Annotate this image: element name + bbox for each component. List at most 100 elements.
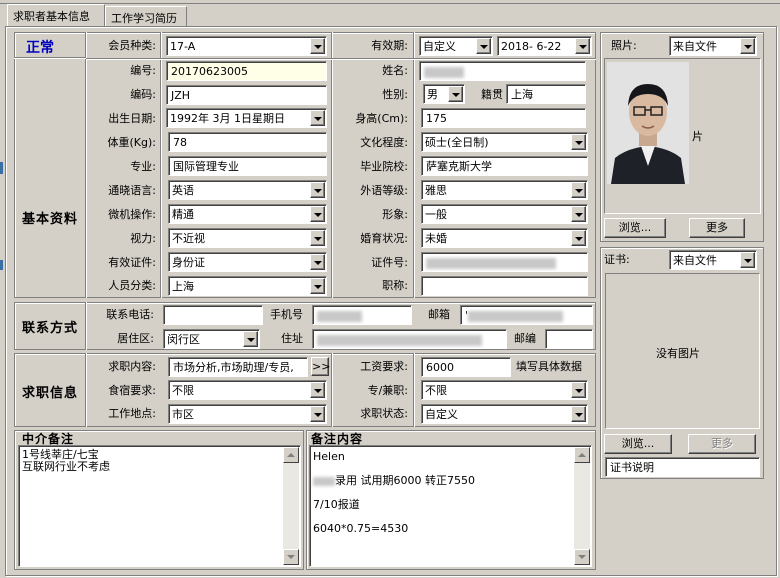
chevron-down-icon[interactable] xyxy=(310,38,325,54)
scroll-up-icon[interactable] xyxy=(574,447,590,463)
chevron-down-icon[interactable] xyxy=(310,182,325,198)
certificate-browse-button[interactable]: 浏览... xyxy=(604,434,672,454)
title-label: 职称: xyxy=(382,279,408,292)
top-strip xyxy=(0,0,780,4)
lang-level-select[interactable]: 雅思 xyxy=(421,180,588,200)
agency-note-textarea[interactable]: 1号线莘庄/七宝 互联网行业不考虑 xyxy=(18,445,301,567)
birthdate-label: 出生日期: xyxy=(108,112,156,125)
scrollbar[interactable] xyxy=(574,447,590,565)
chevron-down-icon[interactable] xyxy=(571,134,586,150)
eyesight-select[interactable]: 不近视 xyxy=(168,228,327,248)
note-line: 7/10报道 xyxy=(313,498,360,511)
hometown-label: 籍贯 xyxy=(481,88,503,101)
photo-source-select[interactable]: 来自文件 xyxy=(669,36,757,56)
title-field[interactable] xyxy=(421,276,588,296)
scroll-up-icon[interactable] xyxy=(283,447,299,463)
district-label: 居住区: xyxy=(117,332,154,345)
gender-label: 性别: xyxy=(382,88,408,101)
language-select[interactable]: 英语 xyxy=(168,180,327,200)
chevron-down-icon[interactable] xyxy=(571,406,586,422)
number-label: 编号: xyxy=(130,64,156,77)
chevron-down-icon[interactable] xyxy=(571,206,586,222)
chevron-down-icon[interactable] xyxy=(571,230,586,246)
scroll-down-icon[interactable] xyxy=(283,549,299,565)
appearance-label: 形象: xyxy=(382,208,408,221)
mobile-field[interactable] xyxy=(312,305,412,325)
job-status-select[interactable]: 自定义 xyxy=(421,404,588,424)
eyesight-label: 视力: xyxy=(130,232,156,245)
validity-select[interactable]: 自定义 xyxy=(419,36,493,56)
certificate-description-field[interactable]: 证书说明 xyxy=(605,457,760,477)
email-field[interactable]: ' xyxy=(460,305,593,325)
chevron-down-icon[interactable] xyxy=(571,182,586,198)
district-select[interactable]: 闵行区 xyxy=(163,329,260,349)
workplace-select[interactable]: 市区 xyxy=(168,404,327,424)
hometown-field[interactable]: 上海 xyxy=(506,84,586,104)
chevron-down-icon[interactable] xyxy=(740,252,755,268)
height-label: 身高(Cm): xyxy=(355,112,408,125)
address-field[interactable] xyxy=(312,329,507,349)
chevron-down-icon[interactable] xyxy=(575,38,590,54)
fulltime-select[interactable]: 不限 xyxy=(421,380,588,400)
gender-select[interactable]: 男 xyxy=(423,84,465,104)
certificate-more-button[interactable]: 更多 xyxy=(688,434,756,454)
birthdate-picker[interactable]: 1992年 3月 1日星期日 xyxy=(166,108,327,128)
postcode-field[interactable] xyxy=(545,329,593,349)
marital-label: 婚育状况: xyxy=(360,232,408,245)
code-field[interactable]: JZH xyxy=(166,85,327,105)
category-select[interactable]: 上海 xyxy=(168,276,327,296)
major-label: 专业: xyxy=(130,160,156,173)
chevron-down-icon[interactable] xyxy=(476,38,491,54)
appearance-select[interactable]: 一般 xyxy=(421,204,588,224)
chevron-down-icon[interactable] xyxy=(310,278,325,294)
divider xyxy=(85,302,87,350)
weight-field[interactable]: 78 xyxy=(168,132,327,152)
computer-select[interactable]: 精通 xyxy=(168,204,327,224)
name-field[interactable] xyxy=(419,61,586,81)
education-select[interactable]: 硕士(全日制) xyxy=(421,132,588,152)
chevron-down-icon[interactable] xyxy=(310,254,325,270)
id-number-field[interactable] xyxy=(421,252,588,272)
salary-label: 工资要求: xyxy=(360,360,408,373)
tab-basic-info[interactable]: 求职者基本信息 xyxy=(7,4,105,26)
tab-work-history[interactable]: 工作学习简历 xyxy=(105,6,187,26)
note-content-textarea[interactable]: Helen 录用 试用期6000 转正7550 7/10报道 6040*0.75… xyxy=(309,445,592,567)
salary-field[interactable]: 6000 xyxy=(421,357,511,377)
divider xyxy=(160,32,162,298)
scroll-down-icon[interactable] xyxy=(574,549,590,565)
member-type-label: 会员种类: xyxy=(108,39,156,52)
job-content-field[interactable]: 市场分析,市场助理/专员, xyxy=(168,357,308,377)
chevron-down-icon[interactable] xyxy=(310,382,325,398)
section-contact: 联系方式 xyxy=(22,321,79,336)
board-label: 食宿要求: xyxy=(108,384,156,397)
chevron-down-icon[interactable] xyxy=(448,86,463,102)
job-content-label: 求职内容: xyxy=(108,360,156,373)
job-content-more-button[interactable]: >> xyxy=(311,357,330,376)
mobile-label: 手机号 xyxy=(270,308,303,321)
photo-more-button[interactable]: 更多 xyxy=(689,218,745,238)
chevron-down-icon[interactable] xyxy=(740,38,755,54)
id-number-label: 证件号: xyxy=(371,256,408,269)
chevron-down-icon[interactable] xyxy=(310,206,325,222)
note-line: 6040*0.75=4530 xyxy=(313,522,409,535)
board-select[interactable]: 不限 xyxy=(168,380,327,400)
major-field[interactable]: 国际管理专业 xyxy=(168,156,327,176)
height-field[interactable]: 175 xyxy=(421,108,586,128)
chevron-down-icon[interactable] xyxy=(310,110,325,126)
id-type-select[interactable]: 身份证 xyxy=(168,252,327,272)
chevron-down-icon[interactable] xyxy=(310,230,325,246)
chevron-down-icon[interactable] xyxy=(310,406,325,422)
language-label: 通晓语言: xyxy=(108,184,156,197)
certificate-source-select[interactable]: 来自文件 xyxy=(669,250,757,270)
scrollbar[interactable] xyxy=(283,447,299,565)
marital-select[interactable]: 未婚 xyxy=(421,228,588,248)
school-field[interactable]: 萨塞克斯大学 xyxy=(421,156,588,176)
phone-field[interactable] xyxy=(163,305,263,325)
expire-date-picker[interactable]: 2018- 6-22 xyxy=(497,36,592,56)
chevron-down-icon[interactable] xyxy=(571,382,586,398)
number-field[interactable]: 20170623005 xyxy=(166,61,327,81)
photo-browse-button[interactable]: 浏览... xyxy=(604,218,666,238)
member-type-select[interactable]: 17-A xyxy=(166,36,327,56)
chevron-down-icon[interactable] xyxy=(243,331,258,347)
workplace-label: 工作地点: xyxy=(108,407,156,420)
